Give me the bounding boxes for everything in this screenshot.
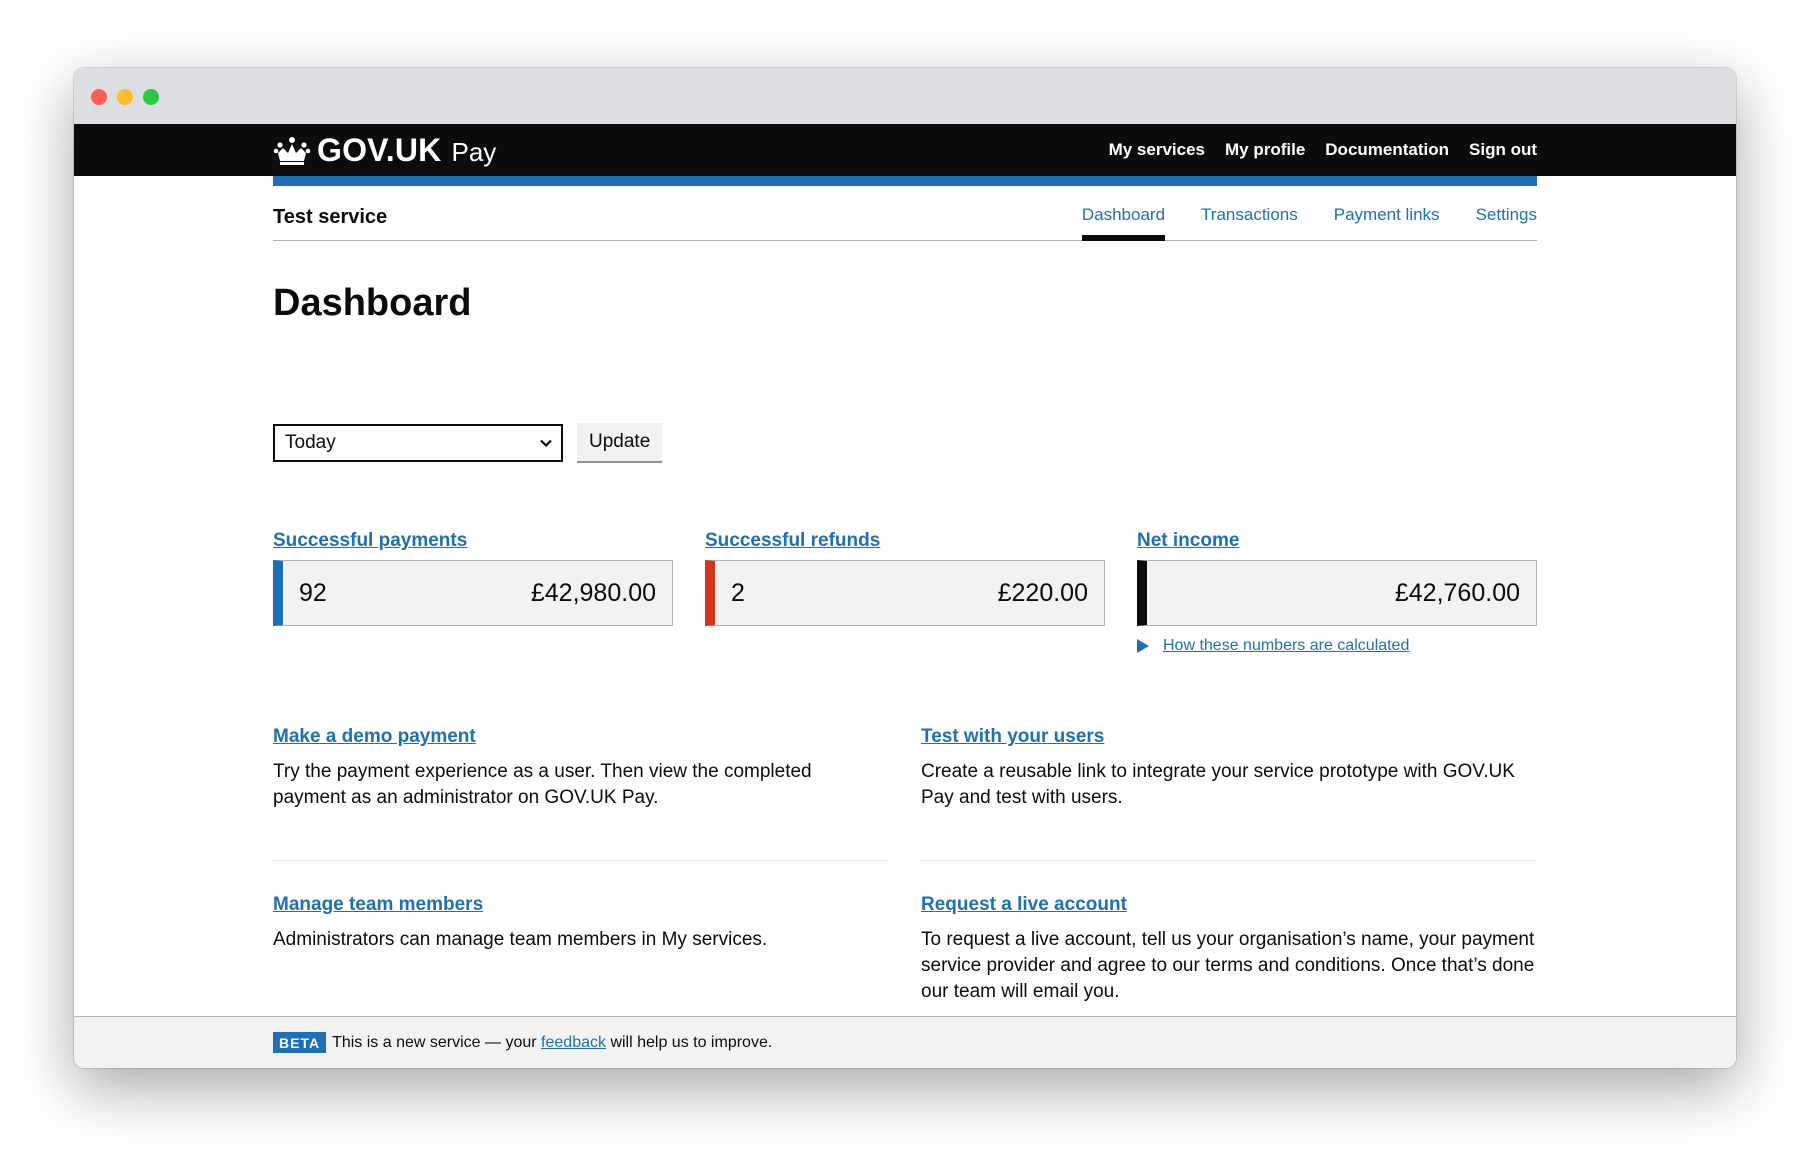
nav-documentation-link[interactable]: Documentation — [1325, 140, 1449, 160]
service-navigation: Test service Dashboard Transactions Paym… — [273, 186, 1537, 241]
stats-row: Successful payments 92 £42,980.00 Succes… — [273, 530, 1537, 655]
phase-banner: BETA This is a new service — your feedba… — [74, 1016, 1736, 1068]
period-select[interactable]: Today — [273, 424, 563, 462]
card-title: Manage team members — [273, 894, 889, 916]
how-numbers-calculated-link[interactable]: How these numbers are calculated — [1163, 637, 1409, 655]
refunds-amount: £220.00 — [997, 578, 1088, 607]
nav-my-services-link[interactable]: My services — [1109, 140, 1205, 160]
nav-my-profile-link[interactable]: My profile — [1225, 140, 1305, 160]
period-select-value: Today — [285, 432, 336, 453]
beta-tag: BETA — [273, 1032, 327, 1053]
calculation-details[interactable]: How these numbers are calculated — [1137, 637, 1537, 655]
tab-payment-links[interactable]: Payment links — [1334, 186, 1440, 240]
site-header: GOV.UK Pay My services My profile Docume… — [74, 124, 1736, 176]
card-title: Request a live account — [921, 894, 1537, 916]
update-button[interactable]: Update — [577, 423, 663, 463]
service-name: Test service — [273, 206, 388, 228]
card-manage-team: Manage team members Administrators can m… — [273, 894, 889, 953]
tab-transactions[interactable]: Transactions — [1201, 186, 1298, 240]
refunds-count: 2 — [731, 578, 745, 607]
period-filter: Today Update — [273, 423, 663, 463]
phase-banner-content: BETA This is a new service — your feedba… — [273, 1032, 772, 1053]
crown-icon — [273, 136, 311, 165]
net-income-summary-box: £42,760.00 — [1137, 560, 1537, 626]
payments-summary-box: 92 £42,980.00 — [273, 560, 673, 626]
nav-sign-out-link[interactable]: Sign out — [1469, 140, 1537, 160]
payments-amount: £42,980.00 — [530, 578, 656, 607]
payments-count: 92 — [299, 578, 327, 607]
card-title: Make a demo payment — [273, 726, 889, 748]
net-income-amount: £42,760.00 — [1394, 578, 1520, 607]
tab-dashboard[interactable]: Dashboard — [1081, 186, 1166, 241]
section-divider — [921, 860, 1537, 861]
banner-text-before: This is a new service — your — [332, 1033, 537, 1051]
card-demo-payment: Make a demo payment Try the payment expe… — [273, 726, 889, 811]
close-window-button[interactable] — [91, 89, 107, 105]
section-divider — [273, 860, 889, 861]
successful-payments-link[interactable]: Successful payments — [273, 530, 673, 552]
chevron-down-icon — [540, 439, 552, 448]
browser-window: GOV.UK Pay My services My profile Docume… — [74, 68, 1736, 1068]
card-request-live-account: Request a live account To request a live… — [921, 894, 1537, 1005]
feedback-link[interactable]: feedback — [541, 1034, 606, 1052]
card-description: To request a live account, tell us your … — [921, 929, 1535, 1002]
make-demo-payment-link[interactable]: Make a demo payment — [273, 726, 476, 747]
stat-successful-refunds: Successful refunds 2 £220.00 — [705, 530, 1105, 655]
successful-refunds-link[interactable]: Successful refunds — [705, 530, 1105, 552]
card-test-with-users: Test with your users Create a reusable l… — [921, 726, 1537, 811]
banner-text-after: will help us to improve. — [610, 1033, 773, 1051]
card-description: Try the payment experience as a user. Th… — [273, 761, 812, 808]
service-tabs: Dashboard Transactions Payment links Set… — [1046, 186, 1537, 241]
page-title: Dashboard — [273, 282, 472, 324]
header-nav: My services My profile Documentation Sig… — [1109, 140, 1537, 160]
stat-net-income: Net income £42,760.00 How these numbers … — [1137, 530, 1537, 655]
net-income-link[interactable]: Net income — [1137, 530, 1537, 552]
refunds-summary-box: 2 £220.00 — [705, 560, 1105, 626]
main-content: Test service Dashboard Transactions Paym… — [273, 186, 1537, 1002]
govuk-pay-home-link[interactable]: GOV.UK Pay — [273, 132, 496, 169]
disclosure-triangle-icon — [1137, 639, 1149, 653]
manage-team-members-link[interactable]: Manage team members — [273, 894, 483, 915]
request-live-account-link[interactable]: Request a live account — [921, 894, 1127, 915]
maximize-window-button[interactable] — [143, 89, 159, 105]
stat-successful-payments: Successful payments 92 £42,980.00 — [273, 530, 673, 655]
product-name: Pay — [451, 136, 497, 167]
tab-settings[interactable]: Settings — [1476, 186, 1537, 240]
card-description: Create a reusable link to integrate your… — [921, 761, 1515, 808]
brand-name: GOV.UK — [317, 132, 442, 168]
header-blue-rule — [273, 176, 1537, 186]
minimize-window-button[interactable] — [117, 89, 133, 105]
window-titlebar — [74, 68, 1736, 124]
card-description: Administrators can manage team members i… — [273, 929, 768, 950]
test-with-users-link[interactable]: Test with your users — [921, 726, 1104, 747]
card-title: Test with your users — [921, 726, 1537, 748]
